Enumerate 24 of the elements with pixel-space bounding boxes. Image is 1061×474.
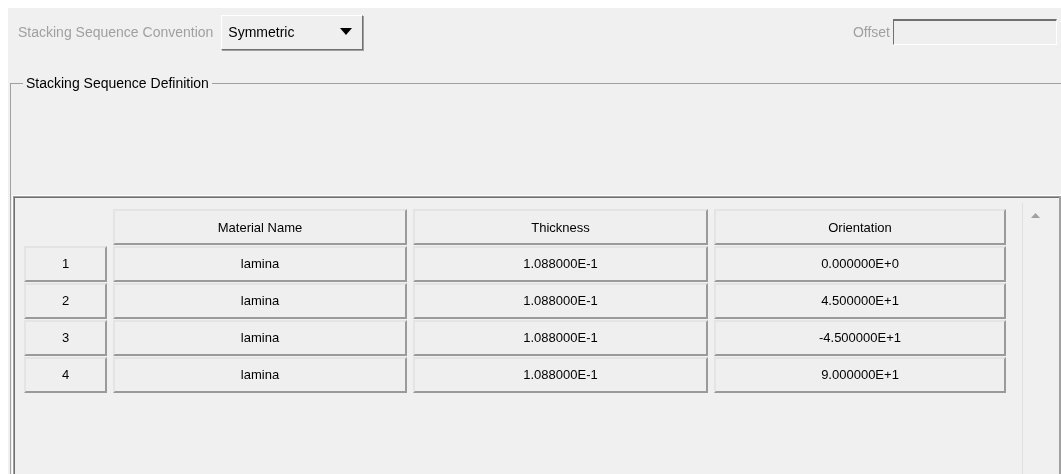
column-header[interactable]: Orientation <box>714 209 1006 245</box>
table-cell[interactable]: lamina <box>113 246 407 282</box>
group-title: Stacking Sequence Definition <box>23 75 212 91</box>
row-header[interactable]: 2 <box>24 283 107 319</box>
table-cell[interactable]: 9.000000E+1 <box>714 357 1006 393</box>
table-cell[interactable]: -4.500000E+1 <box>714 320 1006 356</box>
column-header[interactable]: Material Name <box>113 209 407 245</box>
table-cell[interactable]: 1.088000E-1 <box>413 357 708 393</box>
column-header[interactable]: Thickness <box>413 209 708 245</box>
table-cell[interactable]: lamina <box>113 320 407 356</box>
table-cell[interactable]: 1.088000E-1 <box>413 283 708 319</box>
table-cell[interactable]: 1.088000E-1 <box>413 246 708 282</box>
offset-label: Offset <box>852 24 890 40</box>
table-cell[interactable]: lamina <box>113 357 407 393</box>
table-cell[interactable]: 0.000000E+0 <box>714 246 1006 282</box>
table-cell[interactable]: 1.088000E-1 <box>413 320 708 356</box>
row-header[interactable]: 4 <box>24 357 107 393</box>
caret-icon <box>340 28 353 36</box>
scroll-up-icon[interactable] <box>1031 213 1040 218</box>
table-cell[interactable]: 4.500000E+1 <box>714 283 1006 319</box>
table-cell[interactable]: lamina <box>113 283 407 319</box>
convention-label: Stacking Sequence Convention <box>18 24 214 40</box>
row-header[interactable]: 1 <box>24 246 107 282</box>
row-header[interactable]: 3 <box>24 320 107 356</box>
